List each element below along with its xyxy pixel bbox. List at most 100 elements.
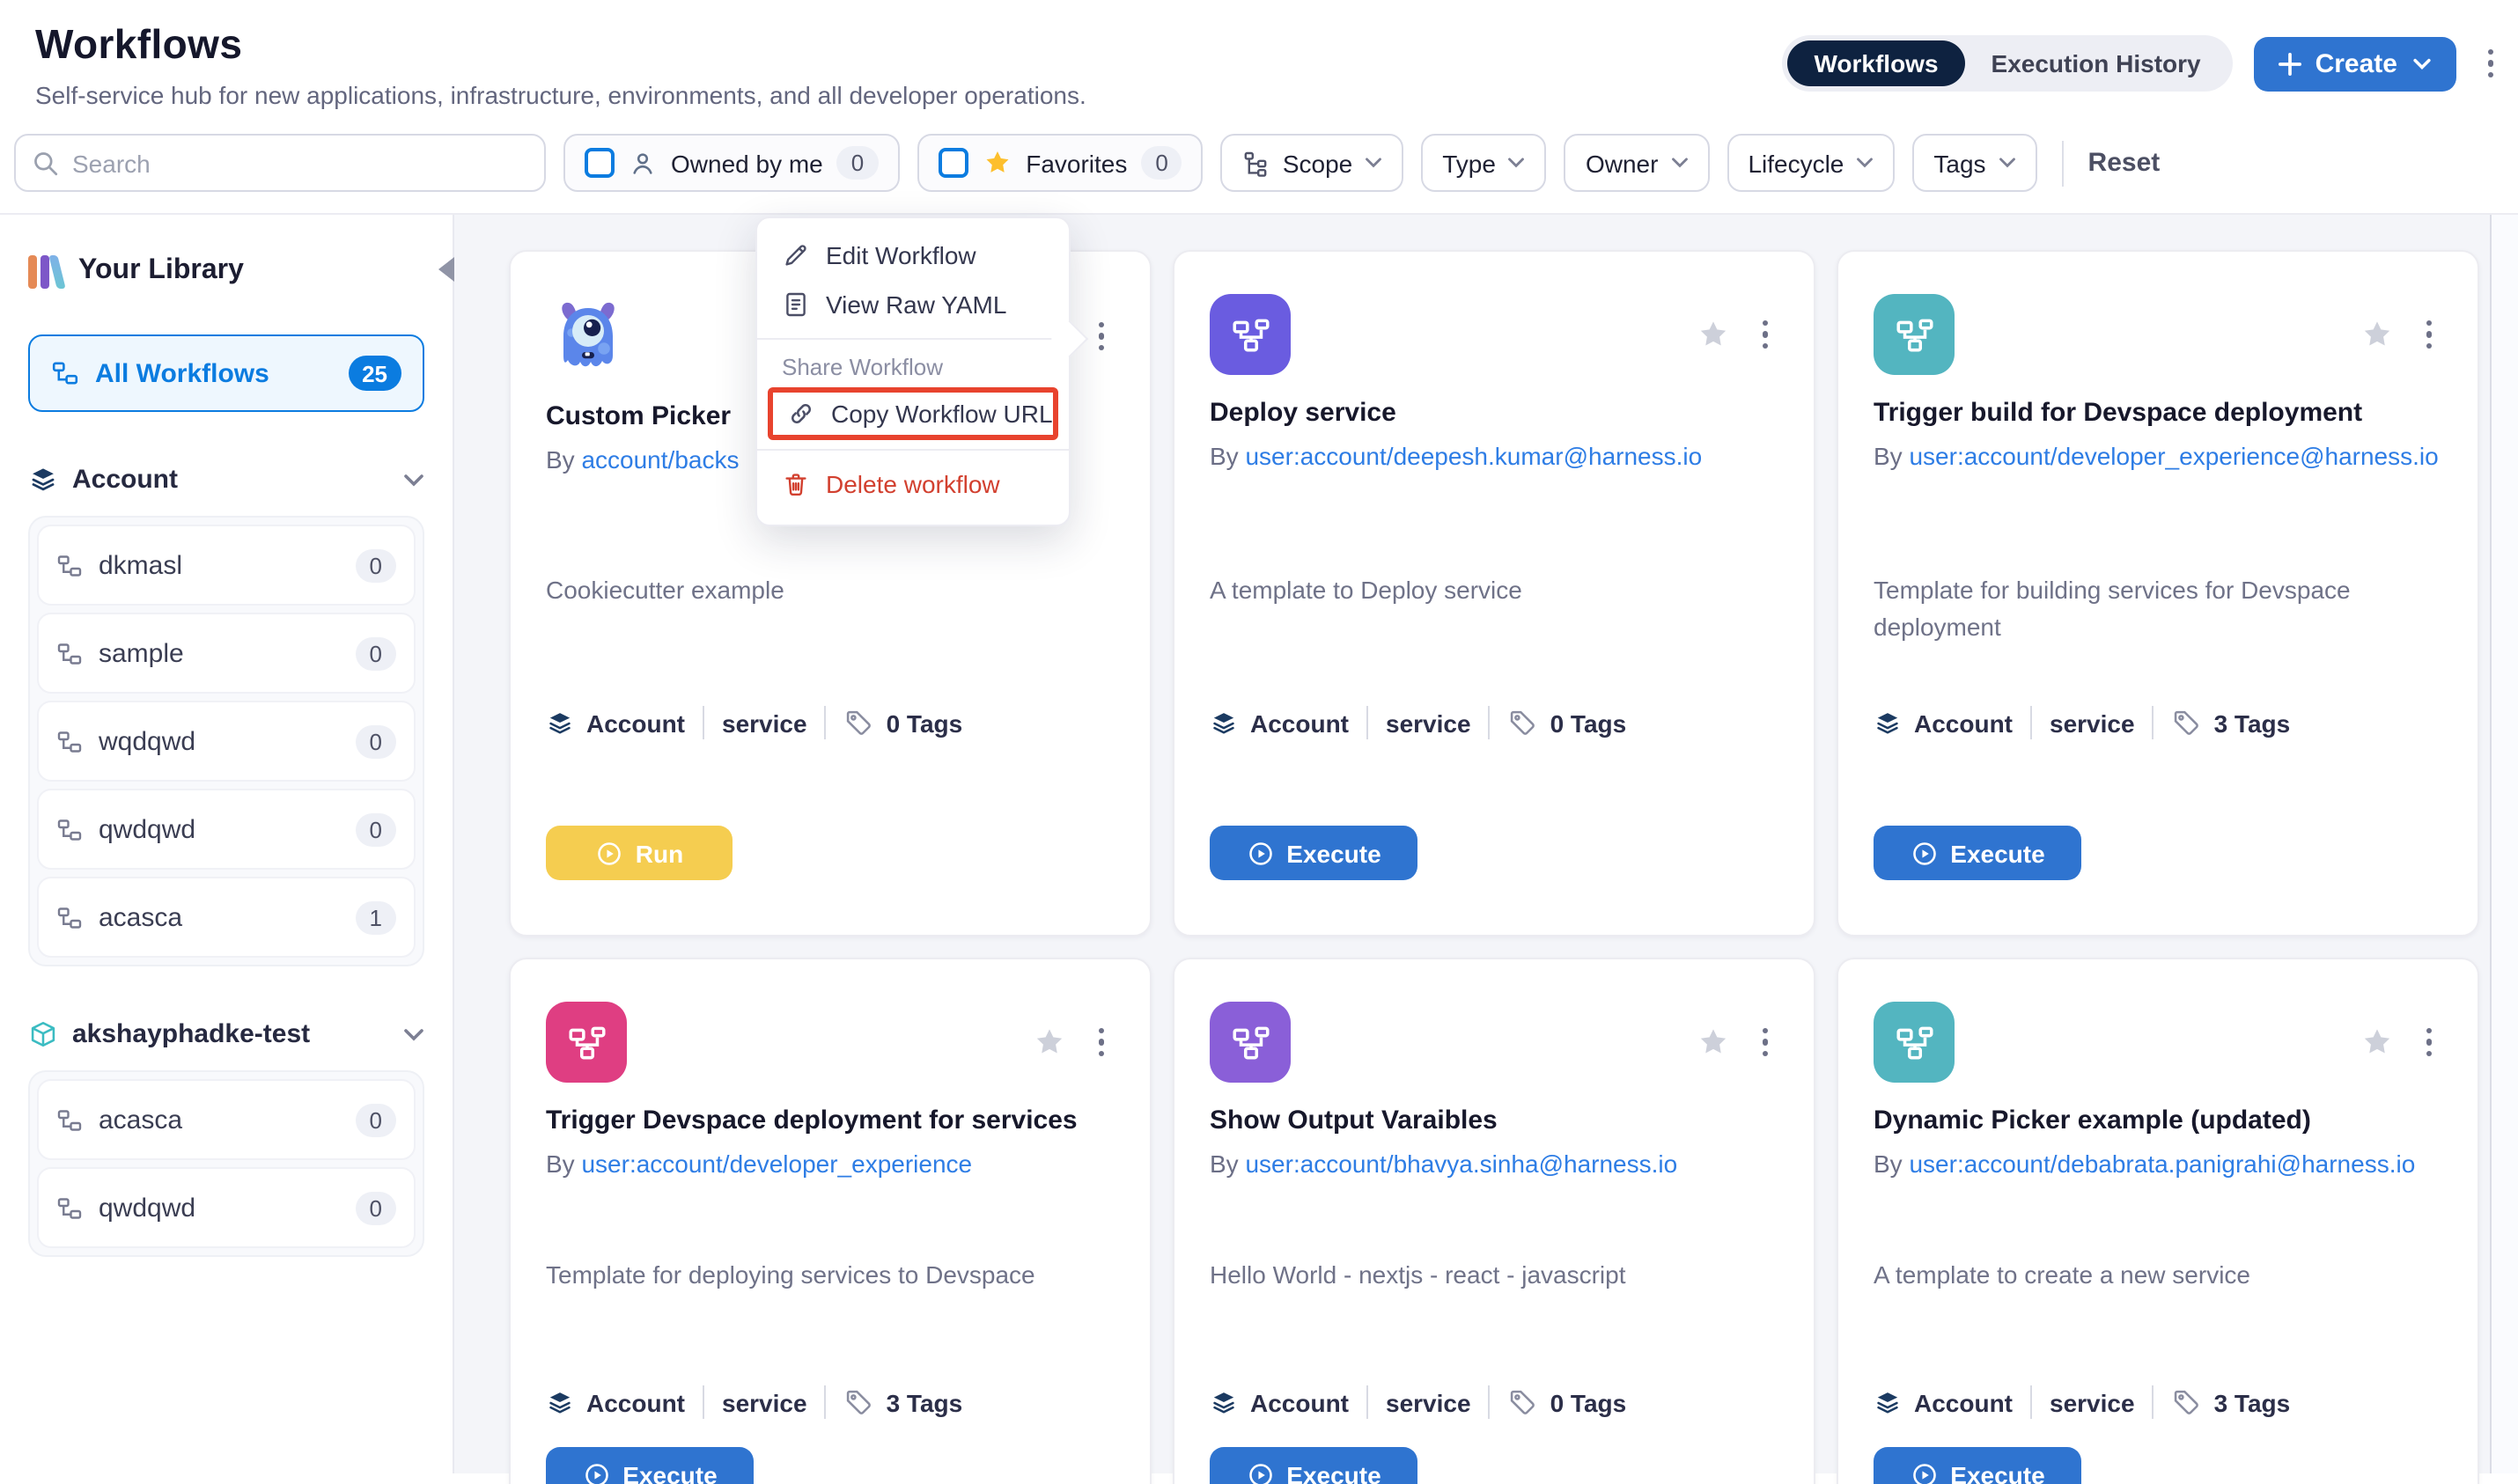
card-more-menu-icon[interactable]	[1087, 315, 1115, 358]
execute-button[interactable]: Execute	[1874, 1447, 2081, 1484]
layers-icon	[1210, 709, 1238, 737]
workflow-card-trigger-build-devspace[interactable]: Trigger build for Devspace deployment By…	[1837, 250, 2479, 937]
execute-button[interactable]: Execute	[1210, 826, 1417, 880]
menu-item-edit-workflow[interactable]: Edit Workflow	[757, 231, 1069, 280]
execute-button[interactable]: Execute	[546, 1447, 754, 1484]
layers-icon	[28, 465, 58, 495]
sidebar-item-wqdqwd[interactable]: wqdqwd 0	[37, 701, 416, 782]
owned-by-me-checkbox[interactable]	[585, 148, 615, 178]
tag-icon	[2172, 1387, 2202, 1417]
menu-item-copy-workflow-url[interactable]: Copy Workflow URL	[773, 393, 1053, 435]
pencil-icon	[782, 241, 810, 269]
trash-icon	[782, 470, 810, 498]
workflow-context-menu: Edit Workflow View Raw YAML Share Workfl…	[755, 217, 1071, 526]
owner-link[interactable]: user:account/bhavya.sinha@harness.io	[1245, 1150, 1677, 1178]
count-badge: 0	[356, 636, 396, 670]
search-input[interactable]	[14, 134, 546, 192]
owner-link[interactable]: account/backs	[581, 445, 739, 474]
favorites-filter[interactable]: Favorites 0	[917, 134, 1204, 192]
workflow-icon	[56, 816, 83, 842]
page-header: Workflows Self-service hub for new appli…	[0, 0, 2518, 109]
card-more-menu-icon[interactable]	[2415, 1021, 2442, 1064]
document-icon	[782, 290, 810, 319]
count-badge: 1	[356, 900, 396, 934]
tags-dropdown[interactable]: Tags	[1912, 134, 2036, 192]
card-more-menu-icon[interactable]	[1087, 1021, 1115, 1064]
owner-link[interactable]: user:account/developer_experience	[581, 1150, 972, 1178]
favorites-checkbox[interactable]	[938, 148, 968, 178]
sidebar-item-all-workflows[interactable]: All Workflows 25	[28, 334, 424, 412]
lifecycle-dropdown[interactable]: Lifecycle	[1727, 134, 1895, 192]
scope-dropdown[interactable]: Scope	[1221, 134, 1403, 192]
favorite-star-icon[interactable]	[1695, 317, 1730, 352]
page-more-menu-icon[interactable]	[2477, 42, 2504, 85]
favorite-star-icon[interactable]	[2359, 317, 2394, 352]
sidebar-group-account: dkmasl 0 sample 0 wqdqwd 0 qwdqwd 0	[28, 516, 424, 966]
type-dropdown[interactable]: Type	[1421, 134, 1547, 192]
workflow-card-trigger-devspace-deployment[interactable]: Trigger Devspace deployment for services…	[509, 958, 1152, 1484]
count-badge: 0	[356, 548, 396, 582]
run-button[interactable]: Run	[546, 826, 733, 880]
card-more-menu-icon[interactable]	[2415, 313, 2442, 356]
workflow-card-deploy-service[interactable]: Deploy service By user:account/deepesh.k…	[1173, 250, 1815, 937]
tab-workflows[interactable]: Workflows	[1787, 40, 1964, 86]
workflow-owner-line: By user:account/deepesh.kumar@harness.io	[1210, 438, 1778, 474]
sidebar-section-account[interactable]: Account	[28, 465, 424, 495]
card-more-menu-icon[interactable]	[1751, 313, 1778, 356]
workflow-card-dynamic-picker[interactable]: Dynamic Picker example (updated) By user…	[1837, 958, 2479, 1484]
favorites-count: 0	[1141, 146, 1182, 180]
tag-icon	[2172, 708, 2202, 738]
reset-filters-button[interactable]: Reset	[2088, 148, 2161, 178]
count-badge: 0	[356, 724, 396, 758]
card-more-menu-icon[interactable]	[1751, 1021, 1778, 1064]
sidebar-collapse-icon[interactable]	[438, 257, 454, 282]
play-circle-icon	[1246, 1460, 1274, 1484]
workflow-tile-icon	[1874, 1002, 1955, 1083]
menu-divider	[757, 338, 1069, 340]
owner-link[interactable]: user:account/developer_experience@harnes…	[1909, 442, 2438, 470]
workflow-icon	[56, 728, 83, 754]
sidebar-section-akshayphadke-test[interactable]: akshayphadke-test	[28, 1019, 424, 1049]
play-circle-icon	[582, 1460, 610, 1484]
sidebar-item-qwdqwd-2[interactable]: qwdqwd 0	[37, 1167, 416, 1248]
filter-divider	[2062, 140, 2064, 186]
favorite-star-icon[interactable]	[2359, 1025, 2394, 1060]
execute-button[interactable]: Execute	[1210, 1447, 1417, 1484]
play-circle-icon	[595, 839, 623, 867]
workflow-title: Trigger Devspace deployment for services	[546, 1106, 1115, 1135]
sidebar-item-sample[interactable]: sample 0	[37, 613, 416, 694]
favorite-star-icon[interactable]	[1031, 1025, 1066, 1060]
tab-execution-history[interactable]: Execution History	[1965, 40, 2227, 86]
owned-by-me-filter[interactable]: Owned by me 0	[563, 134, 899, 192]
workflow-meta: Account service 3 Tags	[1874, 1385, 2453, 1419]
owner-link[interactable]: user:account/debabrata.panigrahi@harness…	[1909, 1150, 2415, 1178]
sidebar-item-dkmasl[interactable]: dkmasl 0	[37, 525, 416, 606]
all-workflows-count-badge: 25	[348, 356, 401, 391]
sidebar-item-qwdqwd[interactable]: qwdqwd 0	[37, 789, 416, 870]
plus-icon	[2279, 52, 2301, 75]
menu-item-view-raw-yaml[interactable]: View Raw YAML	[757, 280, 1069, 329]
tag-icon	[844, 708, 874, 738]
workflow-card-show-output-variables[interactable]: Show Output Varaibles By user:account/bh…	[1173, 958, 1815, 1484]
header-actions: Workflows Execution History Create	[1782, 35, 2504, 92]
library-sidebar: Your Library All Workflows 25 Account	[0, 215, 454, 1473]
count-badge: 0	[356, 812, 396, 846]
favorite-star-icon[interactable]	[1695, 1025, 1730, 1060]
workflow-icon	[56, 640, 83, 666]
menu-item-delete-workflow[interactable]: Delete workflow	[757, 459, 1069, 509]
person-icon	[629, 149, 657, 177]
execute-button[interactable]: Execute	[1874, 826, 2081, 880]
owner-dropdown[interactable]: Owner	[1565, 134, 1709, 192]
workflow-owner-line: By user:account/debabrata.panigrahi@harn…	[1874, 1146, 2442, 1181]
workflow-title: Deploy service	[1210, 398, 1778, 428]
owner-link[interactable]: user:account/deepesh.kumar@harness.io	[1245, 442, 1702, 470]
play-circle-icon	[1910, 839, 1938, 867]
sidebar-item-acasca-2[interactable]: acasca 0	[37, 1079, 416, 1160]
create-button[interactable]: Create	[2254, 36, 2455, 91]
workflow-icon	[56, 1106, 83, 1133]
sidebar-item-acasca[interactable]: acasca 1	[37, 877, 416, 958]
layers-icon	[1210, 1388, 1238, 1416]
scrollbar-track[interactable]	[2490, 215, 2518, 1473]
workflow-owner-line: By user:account/bhavya.sinha@harness.io	[1210, 1146, 1778, 1181]
workflow-title: Show Output Varaibles	[1210, 1106, 1778, 1135]
